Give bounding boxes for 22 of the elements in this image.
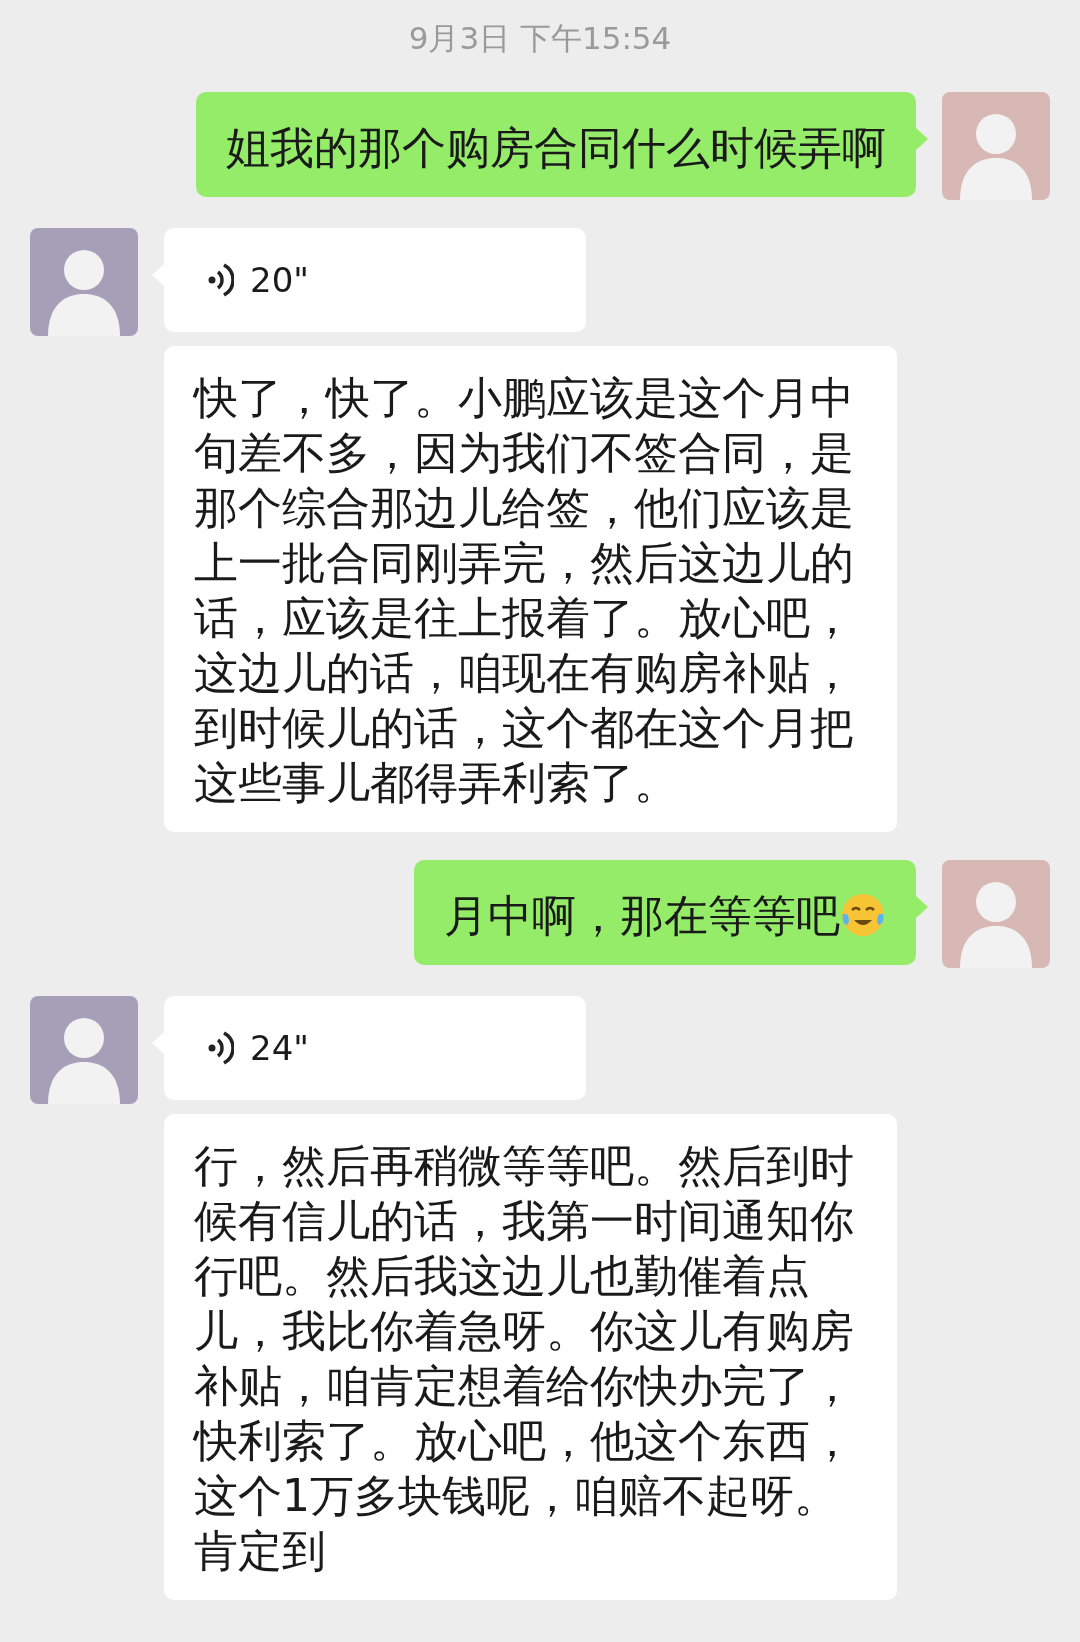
message-text: 行，然后再稍微等等吧。然后到时候有信儿的话，我第一时间通知你行吧。然后我这边儿也勤催着点儿，我比你着急呀。你这儿有购房补贴，咱肯定想着给你快办完了，快利索了。放心吧，他这个东西，这个1万多块钱呢，咱赔不起呀。肯定到 <box>194 1139 855 1578</box>
bubble-tail <box>916 128 928 150</box>
avatar[interactable] <box>942 92 1050 200</box>
message-text: 快了，快了。小鹏应该是这个月中旬差不多，因为我们不签合同，是那个综合那边儿给签，他们应该是上一批合同刚弄完，然后这边儿的话，应该是往上报着了。放心吧，这边儿的话，咱现在有购房补贴，到时候儿的话，这个都在这个月把这些事儿都得弄利索了。 <box>194 371 855 810</box>
message-bubble[interactable]: 姐我的那个购房合同什么时候弄啊 <box>196 92 916 197</box>
voice-message[interactable]: 24" <box>164 996 586 1100</box>
message-bubble[interactable]: 月中啊，那在等等吧 <box>414 860 916 965</box>
avatar[interactable] <box>30 228 138 336</box>
voice-duration: 20" <box>250 260 309 300</box>
message-text: 姐我的那个购房合同什么时候弄啊 <box>226 120 886 175</box>
voice-icon <box>208 261 234 299</box>
voice-icon <box>208 1029 234 1067</box>
message-bubble[interactable]: 行，然后再稍微等等吧。然后到时候有信儿的话，我第一时间通知你行吧。然后我这边儿也勤催着点儿，我比你着急呀。你这儿有购房补贴，咱肯定想着给你快办完了，快利索了。放心吧，他这个东西，这个1万多块钱呢，咱赔不起呀。肯定到 <box>164 1114 898 1600</box>
voice-message[interactable]: 20" <box>164 228 586 332</box>
message-bubble[interactable]: 快了，快了。小鹏应该是这个月中旬差不多，因为我们不签合同，是那个综合那边儿给签，他们应该是上一批合同刚弄完，然后这边儿的话，应该是往上报着了。放心吧，这边儿的话，咱现在有购房补贴，到时候儿的话，这个都在这个月把这些事儿都得弄利索了。 <box>164 346 898 832</box>
voice-duration: 24" <box>250 1028 309 1068</box>
avatar[interactable] <box>30 996 138 1104</box>
bubble-tail <box>916 896 928 918</box>
timestamp: 9月3日 下午15:54 <box>408 19 672 58</box>
crying-face-icon <box>840 892 886 938</box>
avatar[interactable] <box>942 860 1050 968</box>
message-text: 月中啊，那在等等吧 <box>444 888 840 943</box>
